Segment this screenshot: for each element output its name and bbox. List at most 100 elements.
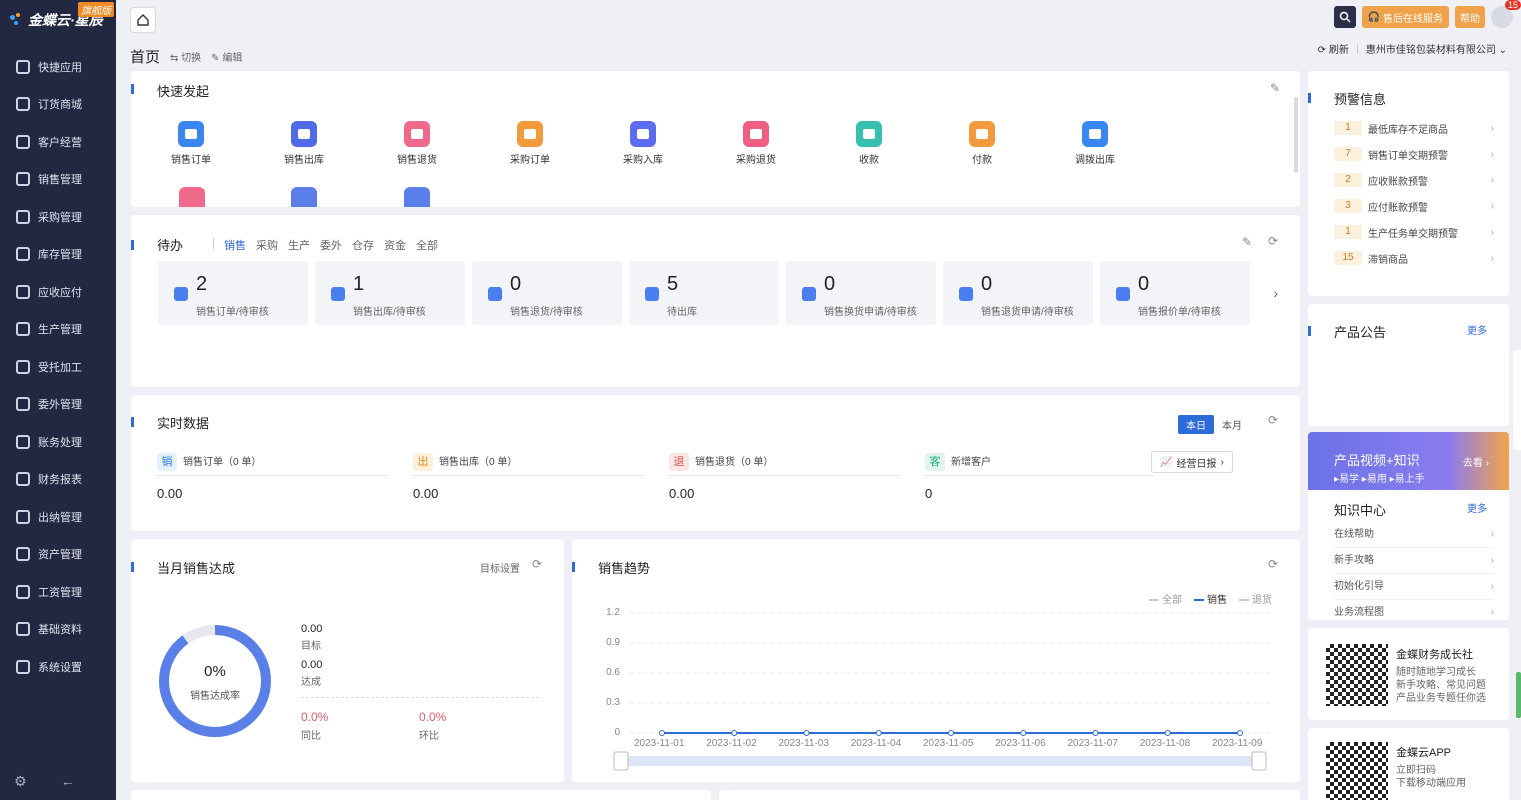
- quick-item[interactable]: 调拨出库: [1050, 121, 1140, 166]
- edit-button[interactable]: ✎ 编辑: [211, 49, 242, 64]
- todo-tab[interactable]: 资金: [384, 237, 406, 253]
- warning-label: 滞销商品: [1368, 254, 1408, 266]
- sidebar-item[interactable]: 账务处理: [0, 423, 116, 461]
- edit-icon[interactable]: ✎: [1242, 235, 1252, 249]
- refresh-icon[interactable]: ⟳: [1268, 234, 1278, 248]
- knowledge-item[interactable]: 在线帮助 ›: [1334, 522, 1494, 548]
- sidebar-item[interactable]: 销售管理: [0, 161, 116, 199]
- tab-today[interactable]: 本日: [1178, 415, 1214, 434]
- todo-tab[interactable]: 委外: [320, 237, 342, 253]
- todo-count: 1: [353, 273, 365, 295]
- realtime-value: 0.00: [157, 486, 183, 501]
- data-point: [875, 730, 882, 736]
- todo-item[interactable]: 0 销售退货申请/待审核: [943, 261, 1093, 325]
- realtime-badge: 销: [157, 453, 177, 471]
- sidebar-item[interactable]: 资产管理: [0, 536, 116, 574]
- todo-item[interactable]: 0 销售换货申请/待审核: [786, 261, 936, 325]
- sidebar-item[interactable]: 客户经营: [0, 123, 116, 161]
- service-button[interactable]: 🎧 售后在线服务: [1361, 6, 1449, 28]
- quick-item[interactable]: 采购入库: [598, 121, 688, 166]
- warning-item[interactable]: 15 滞销商品 ›: [1334, 245, 1494, 271]
- avatar[interactable]: 15: [1491, 0, 1521, 28]
- sidebar-item[interactable]: 采购管理: [0, 198, 116, 236]
- warning-item[interactable]: 2 应收账款预警 ›: [1334, 167, 1494, 193]
- sidebar-item[interactable]: 订货商城: [0, 86, 116, 124]
- target-setting-button[interactable]: 目标设置: [480, 560, 520, 575]
- page-title: 首页: [130, 49, 161, 66]
- refresh-button[interactable]: ⟳ 刷新: [1318, 41, 1349, 56]
- quick-item[interactable]: 收款: [824, 121, 914, 166]
- promo-banner[interactable]: 产品视频+知识 ▸易学 ▸易用 ▸易上手 去看 ›: [1308, 432, 1509, 490]
- todo-label: 销售退货申请/待审核: [981, 307, 1074, 318]
- sidebar-item[interactable]: 工资管理: [0, 573, 116, 611]
- todo-item[interactable]: 2 销售订单/待审核: [158, 261, 308, 325]
- daily-report-button[interactable]: 📈 经营日报 ›: [1151, 451, 1233, 473]
- collapse-arrow-icon[interactable]: ←: [61, 773, 75, 790]
- quick-icon-partial[interactable]: [291, 187, 317, 207]
- warning-item[interactable]: 7 销售订单交期预警 ›: [1334, 141, 1494, 167]
- sidebar-item[interactable]: 生产管理: [0, 311, 116, 349]
- page-scrollbar[interactable]: [1516, 672, 1521, 718]
- sidebar-item[interactable]: 应收应付: [0, 273, 116, 311]
- warning-label: 应收账款预警: [1368, 176, 1428, 188]
- todo-tab[interactable]: 采购: [256, 237, 278, 253]
- quick-item-label: 收款: [859, 155, 879, 166]
- warning-item[interactable]: 1 生产任务单交期预警 ›: [1334, 219, 1494, 245]
- todo-item[interactable]: 0 销售退货/待审核: [472, 261, 622, 325]
- sidebar-item[interactable]: 财务报表: [0, 461, 116, 499]
- knowledge-item[interactable]: 业务流程图 ›: [1334, 600, 1494, 626]
- data-point: [1020, 730, 1027, 736]
- todo-item[interactable]: 1 销售出库/待审核: [315, 261, 465, 325]
- refresh-icon[interactable]: ⟳: [532, 557, 542, 571]
- refresh-icon[interactable]: ⟳: [1268, 413, 1278, 427]
- floating-side-panel[interactable]: [1513, 350, 1521, 450]
- sidebar-item[interactable]: 系统设置: [0, 648, 116, 686]
- reached-value: 0.00: [301, 659, 323, 671]
- next-arrow-icon[interactable]: ›: [1273, 285, 1278, 301]
- tab-month[interactable]: 本月: [1214, 415, 1250, 434]
- search-button[interactable]: [1333, 6, 1356, 28]
- help-button[interactable]: 帮助: [1455, 6, 1485, 28]
- home-button[interactable]: [130, 7, 156, 33]
- todo-item[interactable]: 5 待出库: [629, 261, 779, 325]
- quick-item[interactable]: 销售退货: [372, 121, 462, 166]
- sidebar-item[interactable]: 库存管理: [0, 236, 116, 274]
- todo-tab[interactable]: 全部: [416, 237, 438, 253]
- knowledge-item[interactable]: 初始化引导 ›: [1334, 574, 1494, 600]
- sidebar-item[interactable]: 基础资料: [0, 611, 116, 649]
- todo-item[interactable]: 0 销售报价单/待审核: [1100, 261, 1250, 325]
- switch-button[interactable]: ⇆ 切换: [170, 49, 201, 64]
- company-select[interactable]: 惠州市佳铭包装材料有限公司 ⌄: [1366, 41, 1507, 56]
- range-slider-handle: [613, 751, 629, 771]
- knowledge-more-link[interactable]: 更多: [1467, 500, 1487, 515]
- data-point: [1164, 730, 1171, 736]
- data-point: [659, 730, 665, 736]
- chevron-right-icon: ›: [1490, 529, 1494, 540]
- edit-icon[interactable]: ✎: [1270, 81, 1280, 95]
- scrollbar[interactable]: [1294, 97, 1298, 173]
- todo-tab[interactable]: 生产: [288, 237, 310, 253]
- sidebar-item[interactable]: 委外管理: [0, 386, 116, 424]
- sidebar-item[interactable]: 受托加工: [0, 348, 116, 386]
- quick-item[interactable]: 采购订单: [485, 121, 575, 166]
- notice-more-link[interactable]: 更多: [1467, 322, 1487, 337]
- warning-item[interactable]: 1 最低库存不足商品 ›: [1334, 115, 1494, 141]
- quick-item[interactable]: 销售出库: [259, 121, 349, 166]
- document-icon: [331, 287, 345, 301]
- todo-tab[interactable]: 仓存: [352, 237, 374, 253]
- promo-go-link[interactable]: 去看 ›: [1463, 454, 1489, 469]
- knowledge-item[interactable]: 新手攻略 ›: [1334, 548, 1494, 574]
- quick-icon-partial[interactable]: [404, 187, 430, 207]
- quick-item[interactable]: 销售订单: [146, 121, 236, 166]
- todo-tab[interactable]: 销售: [224, 237, 246, 253]
- quick-item[interactable]: 采购退货: [711, 121, 801, 166]
- sidebar-item[interactable]: 出纳管理: [0, 498, 116, 536]
- warning-item[interactable]: 3 应付账款预警 ›: [1334, 193, 1494, 219]
- quick-icon-partial[interactable]: [179, 187, 205, 207]
- logo[interactable]: 金蝶云·星辰 旗舰版: [0, 0, 116, 40]
- settings-gear-icon[interactable]: ⚙: [14, 773, 27, 790]
- sidebar-item[interactable]: 快捷应用: [0, 48, 116, 86]
- realtime-badge: 退: [669, 453, 689, 471]
- quick-item[interactable]: 付款: [937, 121, 1027, 166]
- sidebar-item-label: 受托加工: [38, 361, 82, 374]
